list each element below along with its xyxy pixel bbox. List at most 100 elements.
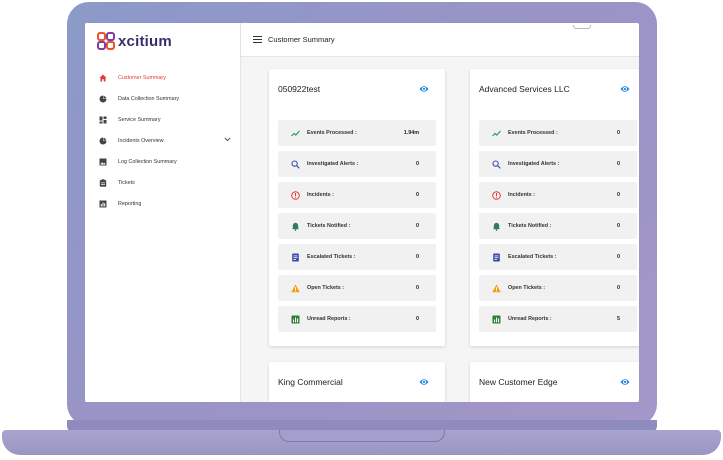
stat-row-unread-reports: Unread Reports : 5 xyxy=(479,306,637,332)
stat-label: Investigated Alerts : xyxy=(508,161,560,167)
stat-row-events-processed: Events Processed : 0 xyxy=(479,120,637,146)
sidebar-item-log-collection-summary[interactable]: Log Collection Summary xyxy=(85,151,241,172)
sidebar-nav: Customer Summary Data Collection Summary… xyxy=(85,67,241,214)
chevron-down-icon[interactable] xyxy=(224,137,231,144)
top-bar: Customer Summary xyxy=(241,23,639,57)
sidebar-item-label: Incidents Overview xyxy=(118,137,164,144)
stat-value: 0 xyxy=(617,285,620,291)
laptop-notch xyxy=(279,430,445,442)
stat-row-events-processed: Events Processed : 1.94m xyxy=(278,120,436,146)
pie-chart-icon xyxy=(99,137,107,145)
stat-label: Unread Reports : xyxy=(307,316,351,322)
stat-row-investigated-alerts: Investigated Alerts : 0 xyxy=(278,151,436,177)
stat-row-open-tickets: Open Tickets : 0 xyxy=(479,275,637,301)
stat-value: 0 xyxy=(617,130,620,136)
stat-label: Incidents : xyxy=(307,192,334,198)
report-icon xyxy=(291,315,300,324)
window-handle xyxy=(573,25,591,29)
stat-row-escalated-tickets: Escalated Tickets : 0 xyxy=(479,244,637,270)
customer-card: New Customer Edge xyxy=(470,362,639,402)
stat-label: Incidents : xyxy=(508,192,535,198)
stat-value: 5 xyxy=(617,316,620,322)
stat-label: Escalated Tickets : xyxy=(307,254,356,260)
stat-label: Open Tickets : xyxy=(307,285,345,291)
trending-up-icon xyxy=(492,129,501,138)
eye-icon[interactable] xyxy=(419,378,429,386)
document-icon xyxy=(291,253,300,262)
warning-icon xyxy=(492,284,501,293)
stat-label: Tickets Notified : xyxy=(508,223,552,229)
stat-value: 0 xyxy=(617,254,620,260)
stat-row-investigated-alerts: Investigated Alerts : 0 xyxy=(479,151,637,177)
home-icon xyxy=(99,74,107,82)
stat-label: Events Processed : xyxy=(307,130,357,136)
customer-card: Advanced Services LLC Events Processed :… xyxy=(470,69,639,346)
stat-row-incidents: Incidents : 0 xyxy=(479,182,637,208)
eye-icon[interactable] xyxy=(620,378,630,386)
clipboard-icon xyxy=(99,178,107,187)
stat-value: 0 xyxy=(617,161,620,167)
bell-icon xyxy=(291,222,300,231)
sidebar-item-label: Reporting xyxy=(118,200,142,207)
stat-row-escalated-tickets: Escalated Tickets : 0 xyxy=(278,244,436,270)
eye-icon[interactable] xyxy=(419,85,429,93)
stat-value: 0 xyxy=(617,192,620,198)
sidebar-item-data-collection-summary[interactable]: Data Collection Summary xyxy=(85,88,241,109)
card-title: King Commercial xyxy=(278,377,343,387)
stat-value: 0 xyxy=(416,192,419,198)
stat-row-incidents: Incidents : 0 xyxy=(278,182,436,208)
xcitium-logo-icon xyxy=(97,32,115,50)
stat-label: Tickets Notified : xyxy=(307,223,351,229)
alert-circle-icon xyxy=(492,190,501,200)
stat-row-tickets-notified: Tickets Notified : 0 xyxy=(479,213,637,239)
stat-value: 0 xyxy=(416,254,419,260)
sidebar-item-customer-summary[interactable]: Customer Summary xyxy=(85,67,241,88)
customer-card: King Commercial xyxy=(269,362,445,402)
stat-label: Open Tickets : xyxy=(508,285,546,291)
stat-label: Escalated Tickets : xyxy=(508,254,557,260)
stat-value: 0 xyxy=(416,285,419,291)
stat-label: Events Processed : xyxy=(508,130,558,136)
stat-value: 0 xyxy=(416,161,419,167)
hamburger-menu-icon[interactable] xyxy=(253,36,262,43)
eye-icon[interactable] xyxy=(620,85,630,93)
sidebar-item-tickets[interactable]: Tickets xyxy=(85,172,241,193)
stat-value: 0 xyxy=(416,223,419,229)
sidebar-item-service-summary[interactable]: Service Summary xyxy=(85,109,241,130)
alert-circle-icon xyxy=(291,190,300,200)
bell-icon xyxy=(492,222,501,231)
report-icon xyxy=(99,200,107,208)
stat-label: Unread Reports : xyxy=(508,316,552,322)
stat-row-unread-reports: Unread Reports : 0 xyxy=(278,306,436,332)
stat-row-open-tickets: Open Tickets : 0 xyxy=(278,275,436,301)
image-icon xyxy=(99,158,107,166)
document-icon xyxy=(492,253,501,262)
stat-value: 0 xyxy=(416,316,419,322)
stat-value: 0 xyxy=(617,223,620,229)
stat-label: Investigated Alerts : xyxy=(307,161,359,167)
card-title: New Customer Edge xyxy=(479,377,558,387)
logo-text: xcitium xyxy=(118,32,172,50)
app-screen: xcitium Customer Summary Data Collection… xyxy=(85,23,639,402)
search-icon xyxy=(492,159,501,169)
sidebar-item-reporting[interactable]: Reporting xyxy=(85,193,241,214)
stat-value: 1.94m xyxy=(403,130,419,136)
search-icon xyxy=(291,159,300,169)
logo[interactable]: xcitium xyxy=(97,31,172,51)
page-title: Customer Summary xyxy=(268,35,335,44)
sidebar: xcitium Customer Summary Data Collection… xyxy=(85,23,241,402)
dashboard-icon xyxy=(99,116,107,124)
sidebar-item-label: Customer Summary xyxy=(118,74,166,81)
trending-up-icon xyxy=(291,129,300,138)
sidebar-item-label: Tickets xyxy=(118,179,135,186)
card-title: 050922test xyxy=(278,84,321,94)
card-title: Advanced Services LLC xyxy=(479,84,570,94)
report-icon xyxy=(492,315,501,324)
sidebar-item-label: Data Collection Summary xyxy=(118,95,180,102)
stat-row-tickets-notified: Tickets Notified : 0 xyxy=(278,213,436,239)
warning-icon xyxy=(291,284,300,293)
sidebar-item-label: Service Summary xyxy=(118,116,161,123)
sidebar-item-incidents-overview[interactable]: Incidents Overview xyxy=(85,130,241,151)
customer-card: 050922test Events Processed : 1.94m Inve… xyxy=(269,69,445,346)
pie-chart-icon xyxy=(99,95,107,103)
